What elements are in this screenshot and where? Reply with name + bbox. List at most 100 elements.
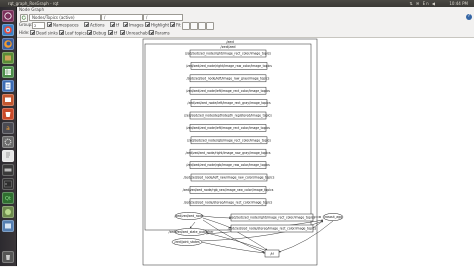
actions-checkbox[interactable] — [84, 22, 89, 27]
node-rosout-label: /rosout_agg — [324, 215, 342, 219]
topic-filter-input[interactable]: / — [143, 14, 183, 21]
leaf-topics-label: Leaf topics — [65, 30, 87, 36]
edge-group — [189, 215, 334, 254]
active-window-title: rqt_graph_RosGraph - rqt — [8, 1, 59, 6]
highlight-checkbox[interactable] — [145, 22, 150, 27]
files-icon[interactable] — [2, 52, 14, 64]
tf-checkbox[interactable] — [110, 22, 115, 27]
software-center-icon[interactable] — [2, 108, 14, 120]
dead-sinks-label: Dead sinks — [36, 30, 58, 36]
hide-label: Hide: — [19, 30, 30, 35]
dead-sinks-checkbox[interactable] — [30, 30, 35, 35]
edge-zednode-right-topic — [202, 215, 232, 219]
text-editor-icon[interactable] — [2, 150, 14, 162]
node-state-publisher-label: /zed/zed/zed_state_publisher — [169, 230, 215, 234]
amazon-icon[interactable]: a — [2, 122, 14, 134]
group-spinbox[interactable]: 2 — [32, 22, 45, 29]
system-settings-icon[interactable] — [2, 136, 14, 148]
params-checkbox[interactable] — [149, 30, 154, 35]
group-label: Group: — [19, 22, 33, 27]
qt-creator-icon[interactable]: Qt — [2, 192, 14, 204]
system-tray[interactable]: ⇅ ✉ En ◀ — [409, 0, 436, 7]
dash-home-icon[interactable] — [2, 10, 14, 22]
svg-text:a: a — [6, 125, 10, 132]
tf-group-toggle[interactable]: tf — [110, 22, 119, 28]
terminal-icon[interactable] — [2, 178, 14, 190]
leaf-topics-toggle[interactable]: Leaf topics — [59, 30, 87, 36]
tf-hide-checkbox[interactable] — [108, 30, 113, 35]
unity-launcher: a Qt — [0, 7, 17, 266]
topic-box-label: /zed/zed/zed_node/left_raw/image_raw_col… — [184, 176, 275, 180]
leaf-topics-checkbox[interactable] — [59, 30, 64, 35]
debug-checkbox[interactable] — [87, 30, 92, 35]
images-label: Images — [129, 22, 144, 28]
cluster-zed-label: /zed — [226, 40, 234, 44]
node-filter-input[interactable]: / — [101, 14, 143, 21]
unreachable-checkbox[interactable] — [120, 30, 125, 35]
highlight-label: Highlight — [151, 22, 170, 28]
images-toggle[interactable]: Images — [123, 22, 144, 28]
disk-drive-icon[interactable] — [2, 164, 14, 176]
params-toggle[interactable]: Params — [149, 30, 170, 36]
dead-sinks-toggle[interactable]: Dead sinks — [30, 30, 58, 36]
clock[interactable]: 10:44 PM — [449, 0, 468, 7]
images-checkbox[interactable] — [123, 22, 128, 27]
spreadsheet-icon[interactable] — [2, 66, 14, 78]
params-label: Params — [155, 30, 170, 36]
trash-icon[interactable] — [2, 251, 14, 263]
topic-bottom-image-label: /zed/zed/zed_node/stereo/image_rect_colo… — [228, 227, 317, 231]
edge-state-tf — [206, 232, 268, 252]
plugin-title: Node Graph — [19, 7, 45, 12]
topic-joint-states-label: /zed/joint_states — [174, 240, 200, 244]
graph-mode-select[interactable]: Nodes/Topics (active) — [29, 14, 101, 21]
debug-toggle[interactable]: Debug — [87, 30, 106, 36]
tf-hide-label: tf — [114, 30, 117, 36]
topic-box-label: /zed/zed/zed_node/rgb/image_raw_color/im… — [186, 163, 270, 167]
topic-box-label: /zed/zed/zed_node/depth/depth_registered… — [184, 114, 272, 118]
fit-checkbox[interactable] — [170, 22, 175, 27]
fit-label: Fit — [176, 22, 181, 28]
toolbar-row-2: Group: 2 Namespaces Actions tf Images Hi… — [17, 21, 474, 30]
toolbar-row-1: Nodes/Topics (active) / / ? — [17, 13, 474, 22]
help-icon[interactable]: ? — [466, 13, 472, 20]
unreachable-toggle[interactable]: Unreachable — [120, 30, 151, 36]
system-top-bar: rqt_graph_RosGraph - rqt ⇅ ✉ En ◀ 10:44 … — [0, 0, 474, 7]
topic-box-label: /zed/zed/zed_node/right/image_rect_color… — [185, 52, 271, 56]
topic-box-label: /zed/zed/zed_node/stereo/image_rect_colo… — [184, 200, 273, 204]
namespaces-label: Namespaces — [53, 22, 79, 28]
edge-joint-tf — [200, 241, 266, 254]
topic-box-label: /zed/zed/zed_node/right/image_raw_color/… — [186, 64, 272, 68]
topic-box-label: /zed/zed/zed_node/left/image_raw_gray/im… — [187, 76, 270, 80]
fit-toggle[interactable]: Fit — [170, 22, 181, 28]
namespaces-toggle[interactable]: Namespaces — [47, 22, 79, 28]
topic-box-label: /zed/zed/zed_node/left/image_rect_color/… — [186, 89, 270, 93]
app-icon[interactable] — [2, 206, 14, 218]
topic-right-image-label: /zed/zed/zed_node/right/image_rect_color… — [229, 216, 315, 220]
topic-box-label: /zed/zed/zed_node/left/image_rect_color/… — [186, 126, 270, 130]
debug-label: Debug — [93, 30, 107, 36]
topic-box-label: /zed/zed/zed_node/left/image_rect_gray/i… — [187, 101, 271, 105]
node-zed-node-label: /zed/zed/zed_node — [175, 214, 204, 218]
graph-canvas[interactable]: /zed /zed/zed /zed/zed/zed_node/right/im… — [17, 37, 474, 267]
svg-text:Qt: Qt — [5, 196, 11, 202]
presentation-icon[interactable] — [2, 94, 14, 106]
topic-box-label: /zed/zed/zed_node/rgb/image_rect_color/i… — [187, 138, 271, 142]
namespaces-checkbox[interactable] — [47, 22, 52, 27]
highlight-toggle[interactable]: Highlight — [145, 22, 169, 28]
image-viewer-icon[interactable] — [2, 220, 14, 232]
graph-svg[interactable]: /zed /zed/zed /zed/zed/zed_node/right/im… — [17, 38, 474, 267]
document-writer-icon[interactable] — [2, 80, 14, 92]
tf-label: tf — [116, 22, 119, 28]
unreachable-label: Unreachable — [126, 30, 152, 36]
cluster-zed-zed-label: /zed/zed — [220, 45, 235, 49]
topic-box-label: /zed/zed/zed_node/right/image_raw_gray/i… — [185, 151, 270, 155]
tf-hide-toggle[interactable]: tf — [108, 30, 117, 36]
topic-box-label: /zed/zed/zed_node/rgb_raw/image_raw_colo… — [183, 188, 274, 192]
edge-zednode-state — [189, 221, 196, 229]
chromium-browser-icon[interactable] — [2, 24, 14, 36]
toolbar-row-3: Hide: Dead sinks Leaf topics Debug tf Un… — [17, 29, 474, 37]
actions-toggle[interactable]: Actions — [84, 22, 105, 28]
topic-group: /zed/zed/zed_node/right/image_rect_color… — [183, 49, 275, 207]
actions-label: Actions — [90, 22, 105, 28]
firefox-icon[interactable] — [2, 38, 14, 50]
